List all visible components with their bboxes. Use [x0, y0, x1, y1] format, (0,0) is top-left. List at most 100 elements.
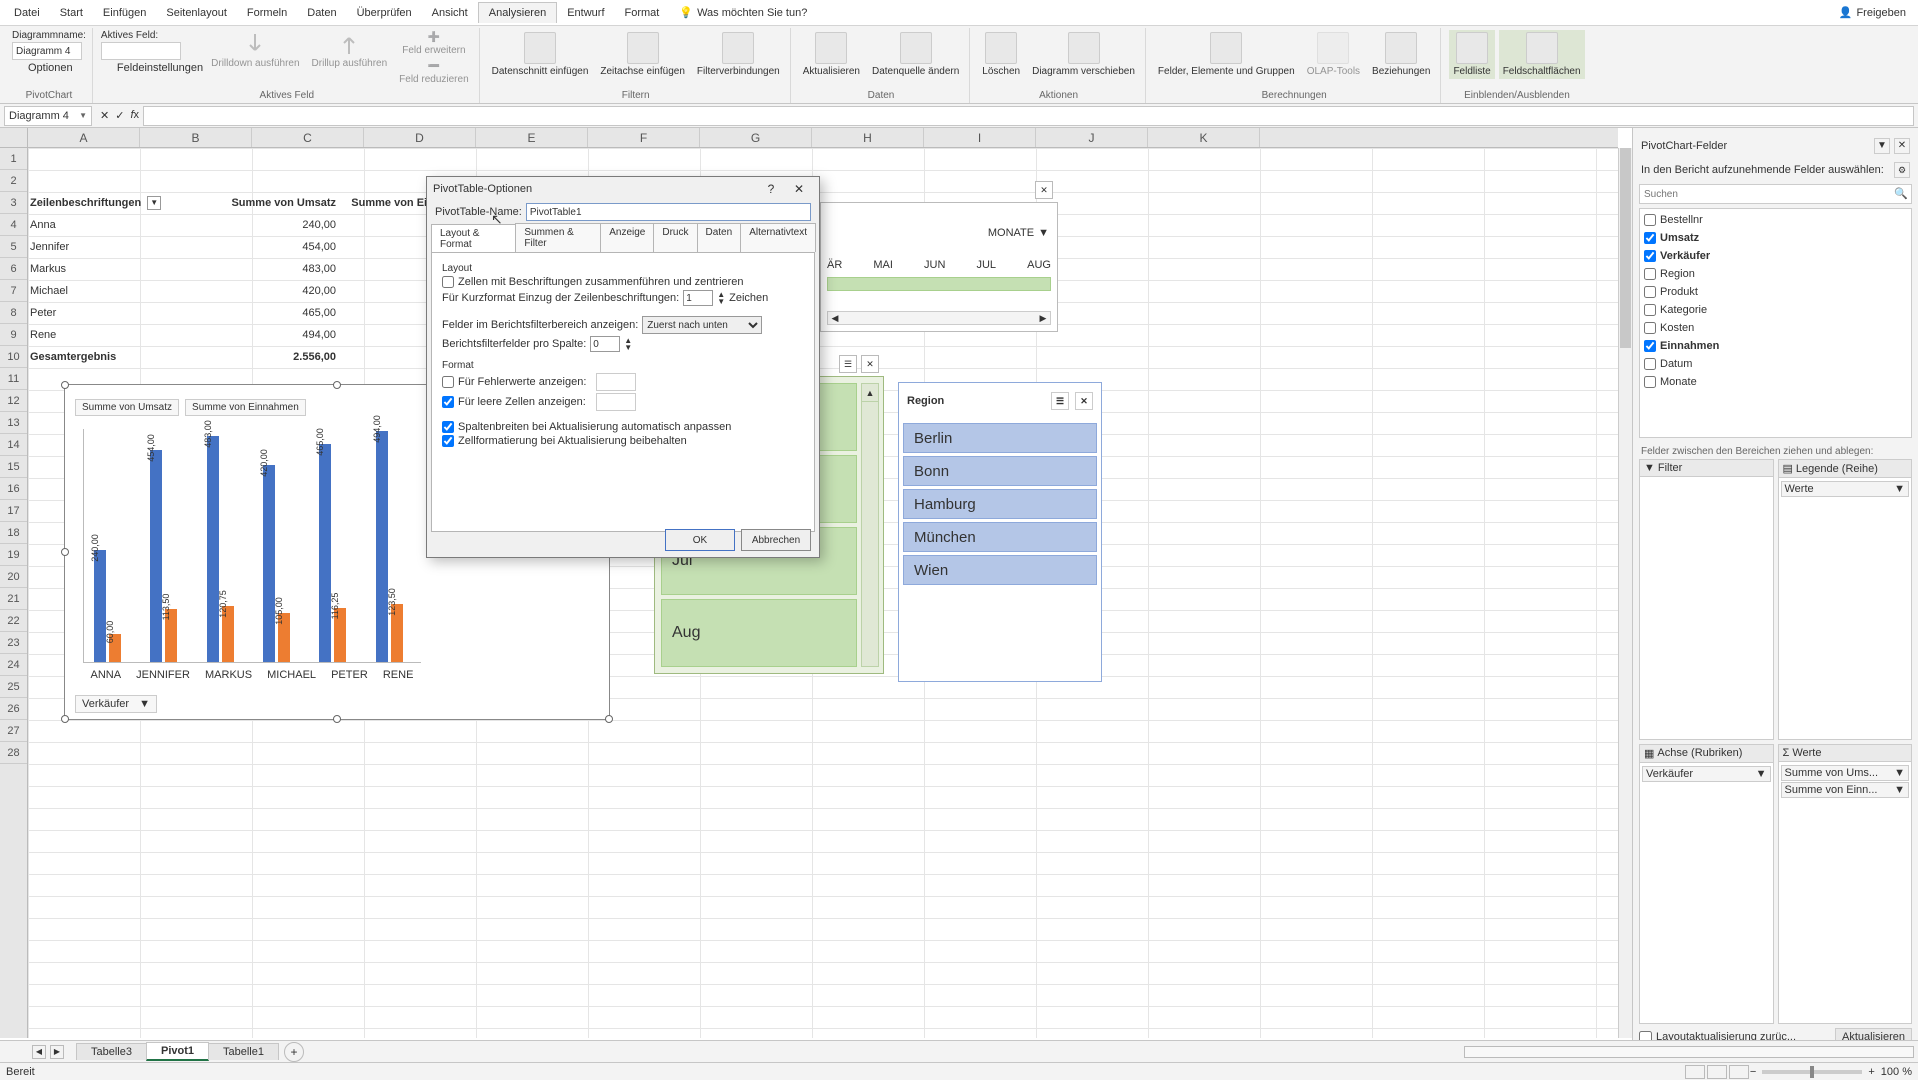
formula-bar[interactable]: [143, 106, 1914, 126]
row-header[interactable]: 21: [0, 588, 27, 610]
fields-items-button[interactable]: Felder, Elemente und Gruppen: [1154, 30, 1299, 79]
slicer-item[interactable]: Wien: [903, 555, 1097, 585]
menu-tab-ueberpruefen[interactable]: Überprüfen: [347, 3, 422, 23]
select-all-corner[interactable]: [0, 128, 28, 148]
column-header[interactable]: I: [924, 128, 1036, 147]
zoom-level[interactable]: 100 %: [1881, 1066, 1912, 1078]
field-checkbox[interactable]: [1644, 232, 1656, 244]
row-header[interactable]: 20: [0, 566, 27, 588]
field-list-item[interactable]: Kosten: [1642, 319, 1909, 337]
row-header[interactable]: 28: [0, 742, 27, 764]
menu-tab-entwurf[interactable]: Entwurf: [557, 3, 614, 23]
column-header[interactable]: G: [700, 128, 812, 147]
timeline-range-bar[interactable]: [827, 277, 1051, 291]
timeline-slicer[interactable]: ✕ MONATE▼ ÄRMAIJUNJULAUG ◀▶: [820, 202, 1058, 332]
field-list-item[interactable]: Einnahmen: [1642, 337, 1909, 355]
field-checkbox[interactable]: [1644, 268, 1656, 280]
column-header[interactable]: E: [476, 128, 588, 147]
insert-timeline-button[interactable]: Zeitachse einfügen: [596, 30, 689, 79]
options-button[interactable]: Optionen: [12, 61, 86, 75]
slicer-multiselect-icon[interactable]: ☰: [1051, 392, 1069, 410]
sheet-tab[interactable]: Tabelle1: [208, 1043, 279, 1060]
fieldlist-button[interactable]: Feldliste: [1449, 30, 1494, 79]
chart-value-button-einnahmen[interactable]: Summe von Einnahmen: [185, 399, 306, 416]
timeline-clear-icon[interactable]: ✕: [1035, 181, 1053, 199]
filterarea-select[interactable]: Zuerst nach unten: [642, 316, 762, 334]
row-headers[interactable]: 1234567891011121314151617181920212223242…: [0, 148, 28, 1038]
fieldpane-dropdown-icon[interactable]: ▼: [1874, 138, 1890, 154]
empty-cells-input[interactable]: [596, 393, 636, 411]
column-headers[interactable]: ABCDEFGHIJK: [28, 128, 1618, 148]
area-chip[interactable]: Summe von Einn...▼: [1781, 782, 1910, 798]
zoom-slider[interactable]: [1762, 1070, 1862, 1074]
row-header[interactable]: 4: [0, 214, 27, 236]
pagelayout-view-button[interactable]: [1707, 1065, 1727, 1079]
row-header[interactable]: 27: [0, 720, 27, 742]
horizontal-scrollbar[interactable]: [1464, 1046, 1914, 1058]
dialog-tab[interactable]: Daten: [697, 223, 742, 252]
zoom-out-button[interactable]: −: [1750, 1066, 1756, 1078]
zoom-in-button[interactable]: +: [1868, 1066, 1874, 1078]
field-checkbox[interactable]: [1644, 322, 1656, 334]
row-header[interactable]: 24: [0, 654, 27, 676]
field-list-item[interactable]: Region: [1642, 265, 1909, 283]
row-header[interactable]: 11: [0, 368, 27, 390]
slicer-multiselect-icon[interactable]: ☰: [839, 355, 857, 373]
spinner-icon[interactable]: ▲▼: [624, 337, 632, 351]
dialog-tab[interactable]: Anzeige: [600, 223, 654, 252]
chart-axis-filter-button[interactable]: Verkäufer ▼: [75, 695, 157, 713]
fx-icon[interactable]: fx: [130, 109, 139, 122]
pivottable-name-input[interactable]: [526, 203, 811, 221]
dialog-tab[interactable]: Druck: [653, 223, 697, 252]
sheet-area[interactable]: ABCDEFGHIJK 1234567891011121314151617181…: [0, 128, 1632, 1052]
column-header[interactable]: F: [588, 128, 700, 147]
slicer-item[interactable]: Bonn: [903, 456, 1097, 486]
field-checkbox[interactable]: [1644, 304, 1656, 316]
filter-area[interactable]: ▼Filter: [1639, 459, 1774, 740]
column-header[interactable]: J: [1036, 128, 1148, 147]
slicer-item[interactable]: Berlin: [903, 423, 1097, 453]
legend-area[interactable]: ▤Legende (Reihe) Werte▼: [1778, 459, 1913, 740]
row-header[interactable]: 8: [0, 302, 27, 324]
column-header[interactable]: B: [140, 128, 252, 147]
pagebreak-view-button[interactable]: [1729, 1065, 1749, 1079]
empty-cells-checkbox[interactable]: [442, 396, 454, 408]
relationships-button[interactable]: Beziehungen: [1368, 30, 1434, 79]
refresh-button[interactable]: Aktualisieren: [799, 30, 864, 79]
axis-area[interactable]: ▦Achse (Rubriken) Verkäufer▼: [1639, 744, 1774, 1025]
timeline-level-dropdown[interactable]: MONATE▼: [988, 227, 1049, 239]
menu-tab-ansicht[interactable]: Ansicht: [422, 3, 478, 23]
tellme-search[interactable]: 💡 Was möchten Sie tun?: [679, 6, 807, 19]
menu-tab-seitenlayout[interactable]: Seitenlayout: [156, 3, 237, 23]
area-chip[interactable]: Summe von Ums...▼: [1781, 765, 1910, 781]
tab-nav-next[interactable]: ▶: [50, 1045, 64, 1059]
vertical-scrollbar[interactable]: [1618, 148, 1632, 1038]
column-header[interactable]: K: [1148, 128, 1260, 147]
dialog-tab[interactable]: Summen & Filter: [515, 223, 601, 252]
field-list-item[interactable]: Datum: [1642, 355, 1909, 373]
field-checkbox[interactable]: [1644, 340, 1656, 352]
change-source-button[interactable]: Datenquelle ändern: [868, 30, 963, 79]
gear-icon[interactable]: ⚙: [1894, 162, 1910, 178]
menu-tab-formeln[interactable]: Formeln: [237, 3, 297, 23]
timeline-scrollbar[interactable]: ◀▶: [827, 311, 1051, 325]
preserve-format-checkbox[interactable]: [442, 435, 454, 447]
error-values-input[interactable]: [596, 373, 636, 391]
area-chip[interactable]: Verkäufer▼: [1642, 766, 1771, 782]
field-list-item[interactable]: Verkäufer: [1642, 247, 1909, 265]
row-header[interactable]: 3: [0, 192, 27, 214]
field-list[interactable]: BestellnrUmsatzVerkäuferRegionProduktKat…: [1639, 208, 1912, 438]
field-checkbox[interactable]: [1644, 376, 1656, 388]
activefield-input[interactable]: [101, 42, 181, 60]
row-header[interactable]: 18: [0, 522, 27, 544]
row-header[interactable]: 17: [0, 500, 27, 522]
column-header[interactable]: H: [812, 128, 924, 147]
fieldsettings-button[interactable]: Feldeinstellungen: [101, 61, 203, 75]
field-list-item[interactable]: Produkt: [1642, 283, 1909, 301]
fieldpane-close-icon[interactable]: ✕: [1894, 138, 1910, 154]
field-checkbox[interactable]: [1644, 286, 1656, 298]
slicer-scrollbar[interactable]: ▲: [861, 383, 879, 667]
field-search-input[interactable]: [1640, 185, 1891, 203]
sheet-tab[interactable]: Tabelle3: [76, 1043, 147, 1060]
tab-nav-prev[interactable]: ◀: [32, 1045, 46, 1059]
